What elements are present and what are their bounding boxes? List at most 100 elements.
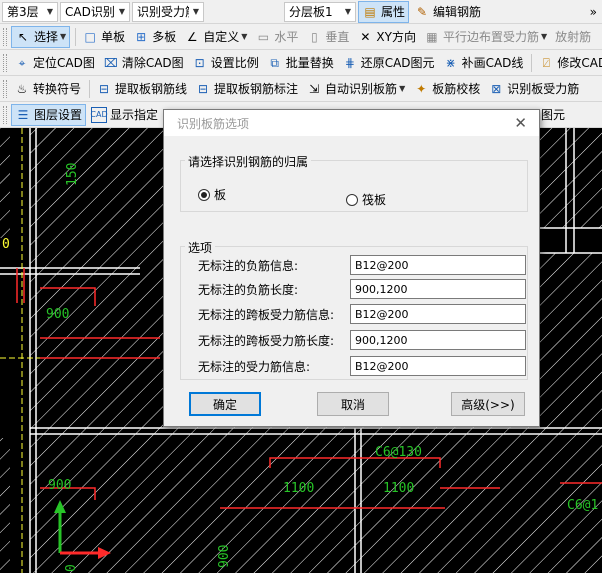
properties-button[interactable]: ▤ 属性 xyxy=(358,0,410,23)
clear-cad-button[interactable]: ⌧ 清除CAD图 xyxy=(100,52,187,74)
auto-recog-button[interactable]: ⇲ 自动识别板筋 ▼ xyxy=(303,78,408,100)
chevron-down-icon: ▼ xyxy=(46,7,53,16)
radio-slab-dot[interactable] xyxy=(198,188,210,201)
neg-rebar-info-input[interactable]: B12@200 xyxy=(350,255,526,275)
force-rebar-info-input[interactable]: B12@200 xyxy=(350,356,526,376)
chevron-down-icon: ▼ xyxy=(118,7,125,16)
convert-icon: ♨ xyxy=(16,81,28,96)
auto-recog-icon: ⇲ xyxy=(309,81,320,96)
clear-icon: ⌧ xyxy=(103,55,118,70)
advanced-button[interactable]: 高级(>>) xyxy=(451,392,525,416)
cad-recog-select[interactable]: CAD识别 ▼ xyxy=(60,1,130,22)
horizontal-button[interactable]: ▭ 水平 xyxy=(252,26,301,48)
belong-group-label: 请选择识别钢筋的归属 xyxy=(185,153,312,170)
canvas-label: 900 xyxy=(217,545,232,568)
layer-settings-button[interactable]: ☰ 图层设置 xyxy=(11,103,87,126)
canvas-label: 1100 xyxy=(283,481,314,496)
xy-direction-button[interactable]: ✕ XY方向 xyxy=(354,26,419,48)
convert-symbol-button[interactable]: ♨ 转换符号 xyxy=(11,78,84,100)
extract-slab-label-button[interactable]: ⊟ 提取板钢筋标注 xyxy=(192,78,301,100)
locate-cad-button[interactable]: ⌖ 定位CAD图 xyxy=(11,52,98,74)
floor-select[interactable]: 第3层 ▼ xyxy=(2,1,58,22)
canvas-label: 0 xyxy=(64,564,79,572)
canvas-label: 150 xyxy=(65,163,80,186)
toolbar-grip[interactable] xyxy=(3,53,7,72)
dialog-title: 识别板筋选项 xyxy=(177,116,250,131)
modify-icon: ⍁ xyxy=(542,55,550,70)
radial-button[interactable]: 放射筋 xyxy=(552,26,594,48)
separator xyxy=(89,79,91,98)
options-group-label: 选项 xyxy=(185,239,216,256)
custom-button[interactable]: ∠ 自定义 ▼ xyxy=(181,26,250,48)
select-button[interactable]: ↖ 选择 ▼ xyxy=(11,25,71,48)
more-button[interactable]: » xyxy=(587,1,600,23)
parallel-edge-button[interactable]: ▦ 平行边布置受力筋 ▼ xyxy=(421,26,550,48)
draw-cad-line-button[interactable]: ⋇ 补画CAD线 xyxy=(440,52,527,74)
field-row: 无标注的负筋信息: B12@200 xyxy=(198,255,528,275)
toolbar-grip[interactable] xyxy=(3,27,7,46)
extract-label-icon: ⊟ xyxy=(198,81,209,96)
layers-icon: ☰ xyxy=(17,107,29,122)
ok-button[interactable]: 确定 xyxy=(189,392,261,416)
cad-icon: CAD xyxy=(90,106,108,123)
single-slab-button[interactable]: □ 单板 xyxy=(79,26,128,48)
recog-icon: ⊠ xyxy=(491,81,502,96)
field-row: 无标注的受力筋信息: B12@200 xyxy=(198,356,528,376)
pencil-icon: ✎ xyxy=(416,4,428,19)
canvas-label: C6@1 xyxy=(567,498,598,513)
polyline-icon: ∠ xyxy=(186,29,198,44)
recog-slab-force-button[interactable]: ⊠ 识别板受力筋 xyxy=(485,78,582,100)
set-scale-button[interactable]: ⊡ 设置比例 xyxy=(189,52,262,74)
radio-slab[interactable]: 板 xyxy=(198,186,226,203)
recog-options-dialog: 识别板筋选项 ✕ 请选择识别钢筋的归属 板 筏板 选项 无标注的负筋信息: B1… xyxy=(163,109,540,427)
toolbar-top: 第3层▼ CAD识别▼ 识别受力筋▼ 分层板1▼ ▤属性 ✎编辑钢筋 » xyxy=(0,0,602,24)
field-label: 无标注的负筋信息: xyxy=(198,258,299,273)
chevron-down-icon: ▼ xyxy=(192,7,199,16)
restore-icon: ⋕ xyxy=(344,55,355,70)
chevron-down-icon: ▼ xyxy=(344,7,351,16)
toolbar-draw: ↖ 选择 ▼ □ 单板 ⊞ 多板 ∠ 自定义 ▼ ▭ 水平 ▯ 垂直 ✕ XY方向 ▦ 平行边布置受… xyxy=(0,24,602,50)
component-select[interactable]: 分层板1 ▼ xyxy=(284,1,356,22)
chevron-down-icon: ▼ xyxy=(540,32,548,41)
dialog-titlebar[interactable]: 识别板筋选项 ✕ xyxy=(164,110,539,136)
vertical-button[interactable]: ▯ 垂直 xyxy=(303,26,352,48)
cursor-icon: ↖ xyxy=(17,29,29,44)
field-row: 无标注的负筋长度: 900,1200 xyxy=(198,279,528,299)
cross-slab-info-input[interactable]: B12@200 xyxy=(350,304,526,324)
extract-slab-line-button[interactable]: ⊟ 提取板钢筋线 xyxy=(93,78,190,100)
radio-slab-label: 板 xyxy=(214,188,227,202)
chevron-down-icon: ▼ xyxy=(60,32,67,41)
close-icon[interactable]: ✕ xyxy=(514,115,527,131)
toolbar-grip[interactable] xyxy=(3,79,7,98)
field-row: 无标注的跨板受力筋长度: 900,1200 xyxy=(198,330,528,350)
xy-icon: ✕ xyxy=(360,29,371,44)
field-label: 无标注的跨板受力筋长度: xyxy=(198,333,335,348)
separator xyxy=(75,27,77,46)
vertical-icon: ▯ xyxy=(311,29,318,44)
multi-slab-button[interactable]: ⊞ 多板 xyxy=(130,26,179,48)
spacer-combo xyxy=(206,2,282,22)
canvas-label: 0 xyxy=(2,237,10,252)
field-label: 无标注的跨板受力筋信息: xyxy=(198,307,335,322)
cross-slab-length-input[interactable]: 900,1200 xyxy=(350,330,526,350)
grid-icon: ⊞ xyxy=(136,29,147,44)
toolbar-recognize: ♨ 转换符号 ⊟ 提取板钢筋线 ⊟ 提取板钢筋标注 ⇲ 自动识别板筋 ▼ ✦ 板筋校核 ⊠ 识… xyxy=(0,76,602,102)
chevron-down-icon: ▼ xyxy=(399,84,406,93)
modify-cad-button[interactable]: ⍁修改CAD xyxy=(535,52,602,74)
radio-raft[interactable]: 筏板 xyxy=(346,191,386,208)
graphic-element-button[interactable]: 图元 xyxy=(538,104,568,126)
show-specified-button[interactable]: CAD 显示指定 xyxy=(88,104,161,126)
field-label: 无标注的负筋长度: xyxy=(198,282,299,297)
canvas-label: 900 xyxy=(48,478,71,493)
recog-type-select[interactable]: 识别受力筋▼ xyxy=(132,1,204,22)
cancel-button[interactable]: 取消 xyxy=(317,392,389,416)
replace-icon: ⧉ xyxy=(270,55,279,70)
extract-line-icon: ⊟ xyxy=(98,81,110,96)
toolbar-grip[interactable] xyxy=(3,105,7,124)
edit-rebar-button[interactable]: ✎ 编辑钢筋 xyxy=(411,1,484,23)
slab-check-button[interactable]: ✦ 板筋校核 xyxy=(410,78,483,100)
radio-raft-dot[interactable] xyxy=(346,193,358,206)
restore-cad-button[interactable]: ⋕ 还原CAD图元 xyxy=(339,52,438,74)
batch-replace-button[interactable]: ⧉ 批量替换 xyxy=(264,52,337,74)
neg-rebar-length-input[interactable]: 900,1200 xyxy=(350,279,526,299)
